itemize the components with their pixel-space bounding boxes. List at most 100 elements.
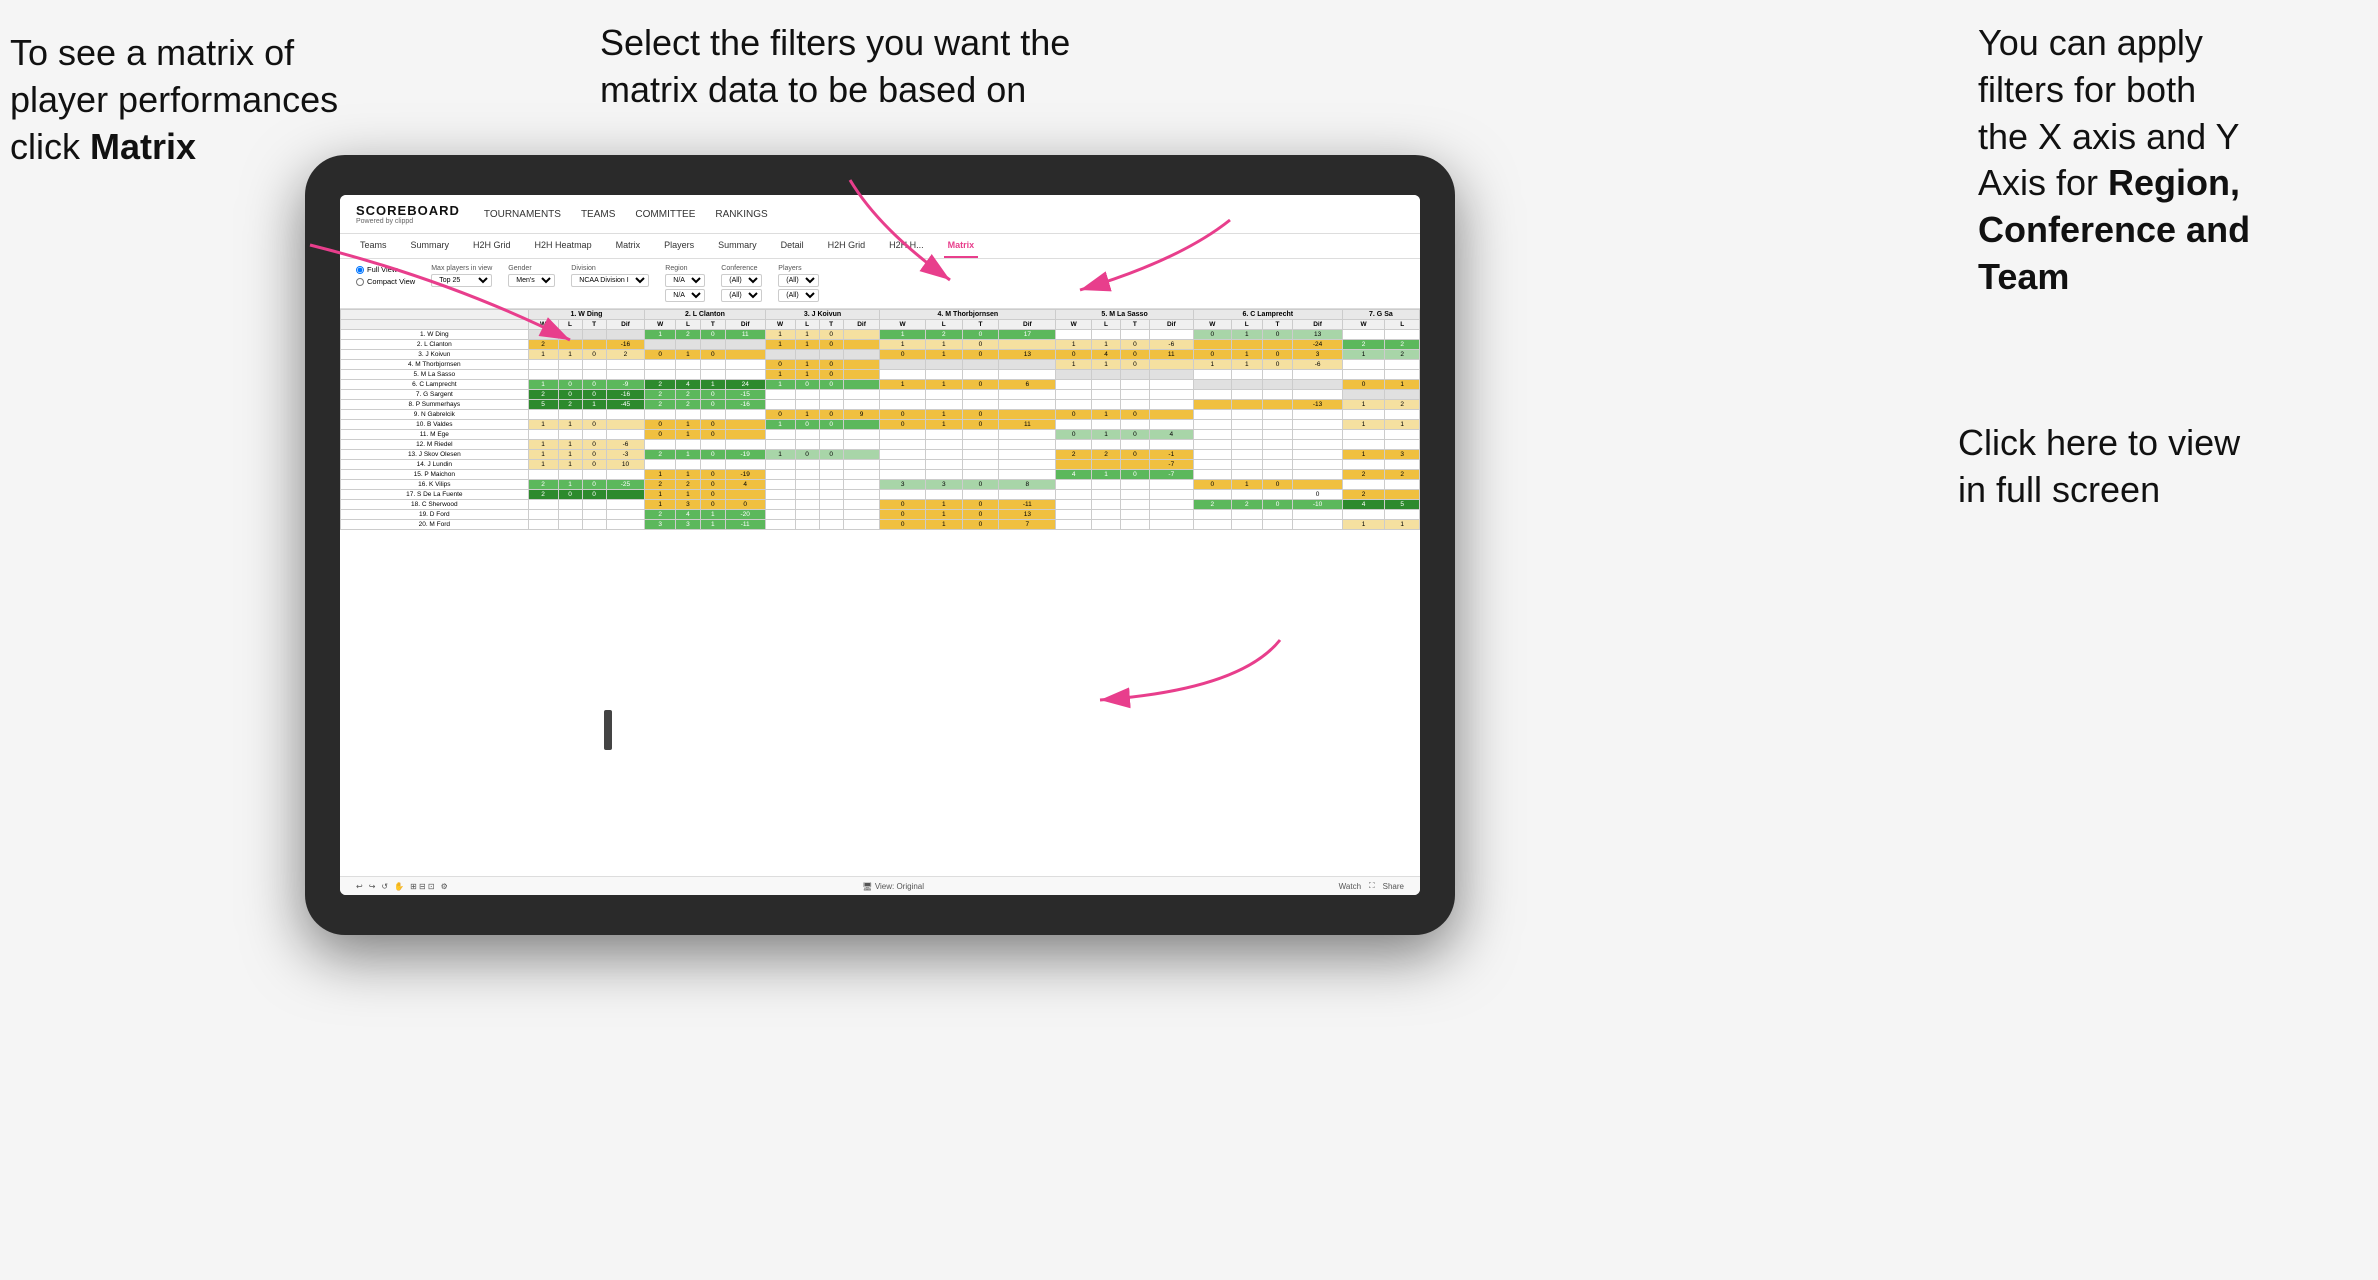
matrix-cell	[582, 510, 606, 520]
matrix-cell	[1149, 420, 1193, 430]
matrix-cell	[1262, 380, 1293, 390]
matrix-cell: 1	[765, 380, 795, 390]
matrix-cell	[1293, 520, 1342, 530]
matrix-cell	[1342, 460, 1385, 470]
matrix-cell: 7	[999, 520, 1056, 530]
conference-select1[interactable]: (All)	[721, 274, 762, 287]
tab-h2h-grid2[interactable]: H2H Grid	[824, 234, 870, 258]
region-select2[interactable]: N/A	[665, 289, 705, 302]
matrix-cell: 1	[925, 380, 962, 390]
matrix-cell: 0	[700, 350, 725, 360]
region-label: Region	[665, 265, 705, 272]
matrix-cell: -6	[1149, 340, 1193, 350]
matrix-cell	[645, 410, 676, 420]
matrix-cell	[528, 520, 558, 530]
matrix-cell: 0	[880, 410, 926, 420]
matrix-cell	[1193, 390, 1231, 400]
tab-matrix-active[interactable]: Matrix	[944, 234, 979, 258]
matrix-cell: 0	[962, 350, 999, 360]
tab-teams[interactable]: Teams	[356, 234, 391, 258]
matrix-cell	[843, 330, 880, 340]
matrix-cell	[1092, 460, 1121, 470]
sub-l7: L	[1385, 320, 1420, 330]
matrix-cell	[1149, 510, 1193, 520]
tab-summary2[interactable]: Summary	[714, 234, 761, 258]
players-select1[interactable]: (All)	[778, 274, 819, 287]
share-button[interactable]: Share	[1383, 882, 1404, 891]
sub-header-name	[341, 320, 529, 330]
watch-button[interactable]: Watch	[1339, 882, 1361, 891]
undo-icon[interactable]: ↩	[356, 882, 363, 891]
matrix-cell	[843, 430, 880, 440]
players-select2[interactable]: (All)	[778, 289, 819, 302]
nav-rankings[interactable]: RANKINGS	[715, 209, 767, 220]
fullscreen-icon[interactable]: ⛶	[1369, 881, 1375, 891]
matrix-cell: 1	[528, 460, 558, 470]
tab-h2h-h[interactable]: H2H H...	[885, 234, 928, 258]
redo-icon[interactable]: ↪	[369, 882, 376, 891]
matrix-cell: 0	[1193, 330, 1231, 340]
matrix-cell	[1231, 490, 1262, 500]
matrix-cell: 2	[606, 350, 645, 360]
settings-icon[interactable]: ⚙	[441, 882, 448, 891]
matrix-cell: 2	[1056, 450, 1092, 460]
tab-players[interactable]: Players	[660, 234, 698, 258]
matrix-cell	[582, 360, 606, 370]
matrix-cell	[582, 410, 606, 420]
ann-left-line1: To see a matrix of	[10, 32, 294, 73]
conference-select2[interactable]: (All)	[721, 289, 762, 302]
matrix-cell	[795, 440, 819, 450]
matrix-cell: 2	[528, 390, 558, 400]
gender-select[interactable]: Men's	[508, 274, 555, 287]
matrix-cell: 1	[676, 490, 701, 500]
tab-matrix[interactable]: Matrix	[612, 234, 645, 258]
matrix-cell	[795, 500, 819, 510]
bottom-bar: ↩ ↪ ↺ ✋ ⊞ ⊟ ⊡ ⚙ 🖥 View: Original Watch ⛶…	[340, 876, 1420, 895]
matrix-cell: 9	[843, 410, 880, 420]
matrix-table: 1. W Ding 2. L Clanton 3. J Koivun 4. M …	[340, 309, 1420, 530]
pan-icon[interactable]: ✋	[394, 882, 404, 891]
matrix-cell: 1	[880, 380, 926, 390]
nav-teams[interactable]: TEAMS	[581, 209, 615, 220]
division-select[interactable]: NCAA Division I	[571, 274, 649, 287]
zoom-controls[interactable]: ⊞ ⊟ ⊡	[410, 882, 435, 891]
tab-summary1[interactable]: Summary	[407, 234, 454, 258]
matrix-cell: 0	[645, 350, 676, 360]
nav-tournaments[interactable]: TOURNAMENTS	[484, 209, 561, 220]
matrix-cell	[1231, 450, 1262, 460]
matrix-cell: 0	[582, 440, 606, 450]
matrix-cell	[843, 350, 880, 360]
ann-br-l2: in full screen	[1958, 469, 2160, 510]
matrix-cell: 5	[1385, 500, 1420, 510]
scoreboard-nav: SCOREBOARD Powered by clippd TOURNAMENTS…	[340, 195, 1420, 234]
matrix-cell	[1231, 420, 1262, 430]
radio-full-view[interactable]: Full View	[356, 265, 415, 274]
matrix-cell	[962, 390, 999, 400]
matrix-cell: 0	[795, 450, 819, 460]
matrix-cell	[1231, 440, 1262, 450]
matrix-cell: 4	[676, 510, 701, 520]
refresh-icon[interactable]: ↺	[381, 882, 388, 891]
radio-compact-view[interactable]: Compact View	[356, 277, 415, 286]
matrix-cell: 4	[1092, 350, 1121, 360]
matrix-cell: 1	[925, 500, 962, 510]
region-select1[interactable]: N/A	[665, 274, 705, 287]
matrix-cell	[765, 460, 795, 470]
matrix-cell	[795, 460, 819, 470]
matrix-cell	[1149, 440, 1193, 450]
tab-h2h-heatmap[interactable]: H2H Heatmap	[531, 234, 596, 258]
matrix-cell: 2	[1193, 500, 1231, 510]
matrix-cell: 2	[1231, 500, 1262, 510]
tab-h2h-grid[interactable]: H2H Grid	[469, 234, 515, 258]
matrix-cell: 0	[582, 490, 606, 500]
max-players-select[interactable]: Top 25	[431, 274, 492, 287]
tab-detail[interactable]: Detail	[777, 234, 808, 258]
matrix-area[interactable]: 1. W Ding 2. L Clanton 3. J Koivun 4. M …	[340, 309, 1420, 876]
matrix-cell	[582, 500, 606, 510]
matrix-cell: 2	[1385, 350, 1420, 360]
matrix-cell	[1092, 480, 1121, 490]
matrix-cell: -25	[606, 480, 645, 490]
filter-max-players: Max players in view Top 25	[431, 265, 492, 287]
matrix-cell: 13	[999, 510, 1056, 520]
nav-committee[interactable]: COMMITTEE	[635, 209, 695, 220]
